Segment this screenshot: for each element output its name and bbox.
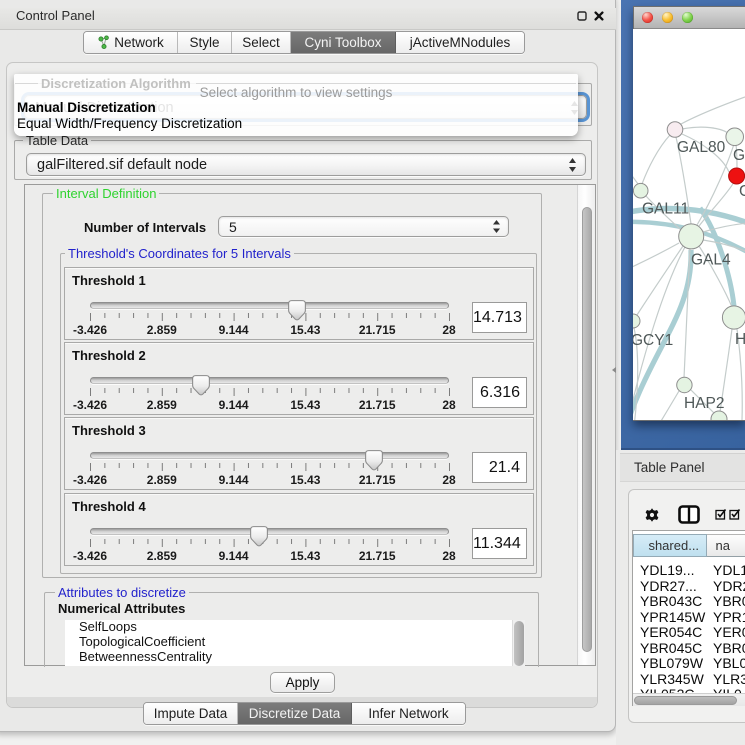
svg-text:H: H xyxy=(735,331,745,348)
svg-text:G: G xyxy=(739,183,745,200)
svg-text:GA: GA xyxy=(733,147,745,164)
svg-text:GCY1: GCY1 xyxy=(633,332,673,349)
svg-text:HAP2: HAP2 xyxy=(684,395,725,412)
svg-text:GAL80: GAL80 xyxy=(677,139,726,156)
svg-text:GAL11: GAL11 xyxy=(642,201,689,218)
svg-text:GAL4: GAL4 xyxy=(691,252,731,269)
